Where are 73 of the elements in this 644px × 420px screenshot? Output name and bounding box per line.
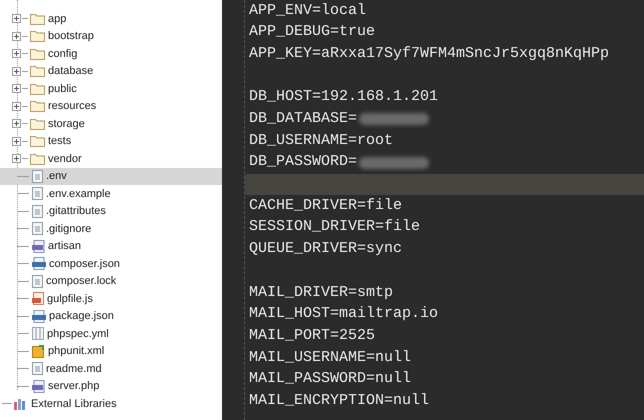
tree-item-label[interactable]: storage bbox=[48, 116, 85, 132]
php-file-icon bbox=[32, 240, 45, 253]
tree-item-label[interactable]: .gitignore bbox=[46, 220, 92, 237]
json-file-icon bbox=[32, 257, 46, 270]
code-line: CACHE_DRIVER=file bbox=[249, 196, 402, 216]
folder-icon bbox=[30, 152, 45, 165]
expand-icon[interactable] bbox=[12, 14, 21, 24]
code-line: APP_KEY=aRxxa17Syf7WFM4mSncJr5xgq8nKqHPp bbox=[249, 44, 610, 64]
json-file-icon bbox=[32, 310, 46, 323]
tree-item-label[interactable]: phpunit.xml bbox=[48, 343, 104, 360]
code-line: SESSION_DRIVER=file bbox=[249, 217, 420, 238]
folder-icon bbox=[30, 48, 45, 60]
text-file-icon bbox=[32, 170, 43, 183]
tree-item-label[interactable]: tests bbox=[48, 133, 72, 150]
code-line: DB_DATABASE= bbox=[249, 109, 358, 130]
table-file-icon bbox=[32, 327, 44, 340]
collapsed-connector[interactable] bbox=[2, 403, 12, 404]
code-line: DB_PASSWORD= bbox=[249, 152, 358, 172]
tree-item-label[interactable]: bootstrap bbox=[48, 28, 94, 44]
code-line: DB_HOST=192.168.1.201 bbox=[249, 87, 438, 108]
xml-file-icon bbox=[32, 344, 45, 358]
tree-item-label[interactable]: vendor bbox=[48, 150, 82, 167]
js-file-icon bbox=[32, 292, 44, 306]
expand-icon[interactable] bbox=[12, 49, 21, 58]
tree-item-label[interactable]: public bbox=[48, 80, 77, 97]
text-file-icon bbox=[32, 204, 43, 218]
tree-item-label[interactable]: app bbox=[48, 10, 66, 27]
code-line: MAIL_ENCRYPTION=null bbox=[249, 390, 430, 411]
tree-item-label[interactable]: External Libraries bbox=[31, 396, 117, 412]
folder-icon bbox=[30, 135, 45, 148]
code-line: MAIL_USERNAME=null bbox=[249, 348, 412, 368]
folder-icon bbox=[30, 100, 45, 112]
expand-icon[interactable] bbox=[12, 32, 21, 41]
tree-item-label[interactable]: server.php bbox=[48, 378, 100, 394]
tree-item-label[interactable]: composer.lock bbox=[46, 273, 116, 290]
tree-item-label[interactable]: phpspec.yml bbox=[47, 326, 109, 342]
folder-icon bbox=[30, 12, 45, 25]
code-line: QUEUE_DRIVER=sync bbox=[249, 239, 402, 260]
code-line: MAIL_DRIVER=smtp bbox=[249, 282, 394, 303]
text-file-icon bbox=[32, 187, 43, 200]
library-icon bbox=[14, 398, 27, 410]
code-line: APP_DEBUG=true bbox=[249, 22, 376, 42]
tree-item-label[interactable]: gulpfile.js bbox=[47, 290, 93, 307]
code-line: APP_ENV=local bbox=[249, 0, 366, 21]
tree-item-label[interactable]: package.json bbox=[49, 308, 114, 324]
code-line: MAIL_HOST=mailtrap.io bbox=[249, 304, 438, 324]
expand-icon[interactable] bbox=[12, 136, 21, 146]
tree-item-label[interactable]: .env bbox=[46, 168, 67, 184]
expand-icon[interactable] bbox=[12, 102, 21, 111]
tree-item-label[interactable]: resources bbox=[48, 98, 96, 114]
expand-icon[interactable] bbox=[12, 84, 21, 94]
code-line: MAIL_PASSWORD=null bbox=[249, 369, 412, 390]
text-file-icon bbox=[32, 362, 43, 376]
folder-icon bbox=[30, 118, 45, 130]
folder-icon bbox=[30, 82, 45, 95]
tree-item-label[interactable]: config bbox=[48, 46, 78, 62]
tree-item-label[interactable]: readme.md bbox=[46, 360, 102, 377]
tree-item-label[interactable]: database bbox=[48, 63, 94, 80]
text-file-icon bbox=[32, 222, 43, 236]
code-line: DB_USERNAME=root bbox=[249, 130, 394, 151]
tree-item-label[interactable]: .env.example bbox=[46, 186, 111, 202]
tree-item-label[interactable]: .gitattributes bbox=[46, 203, 106, 220]
folder-icon bbox=[30, 65, 45, 78]
php-file-icon bbox=[32, 380, 45, 393]
folder-icon bbox=[30, 30, 45, 42]
expand-icon[interactable] bbox=[12, 154, 21, 164]
code-line: MAIL_PORT=2525 bbox=[249, 326, 376, 346]
tree-item-label[interactable]: artisan bbox=[48, 238, 82, 254]
expand-icon[interactable] bbox=[12, 119, 21, 128]
selected-row[interactable]: .env bbox=[0, 168, 222, 185]
text-file-icon bbox=[32, 274, 43, 288]
expand-icon[interactable] bbox=[12, 66, 21, 76]
tree-item-label[interactable]: composer.json bbox=[49, 256, 120, 272]
